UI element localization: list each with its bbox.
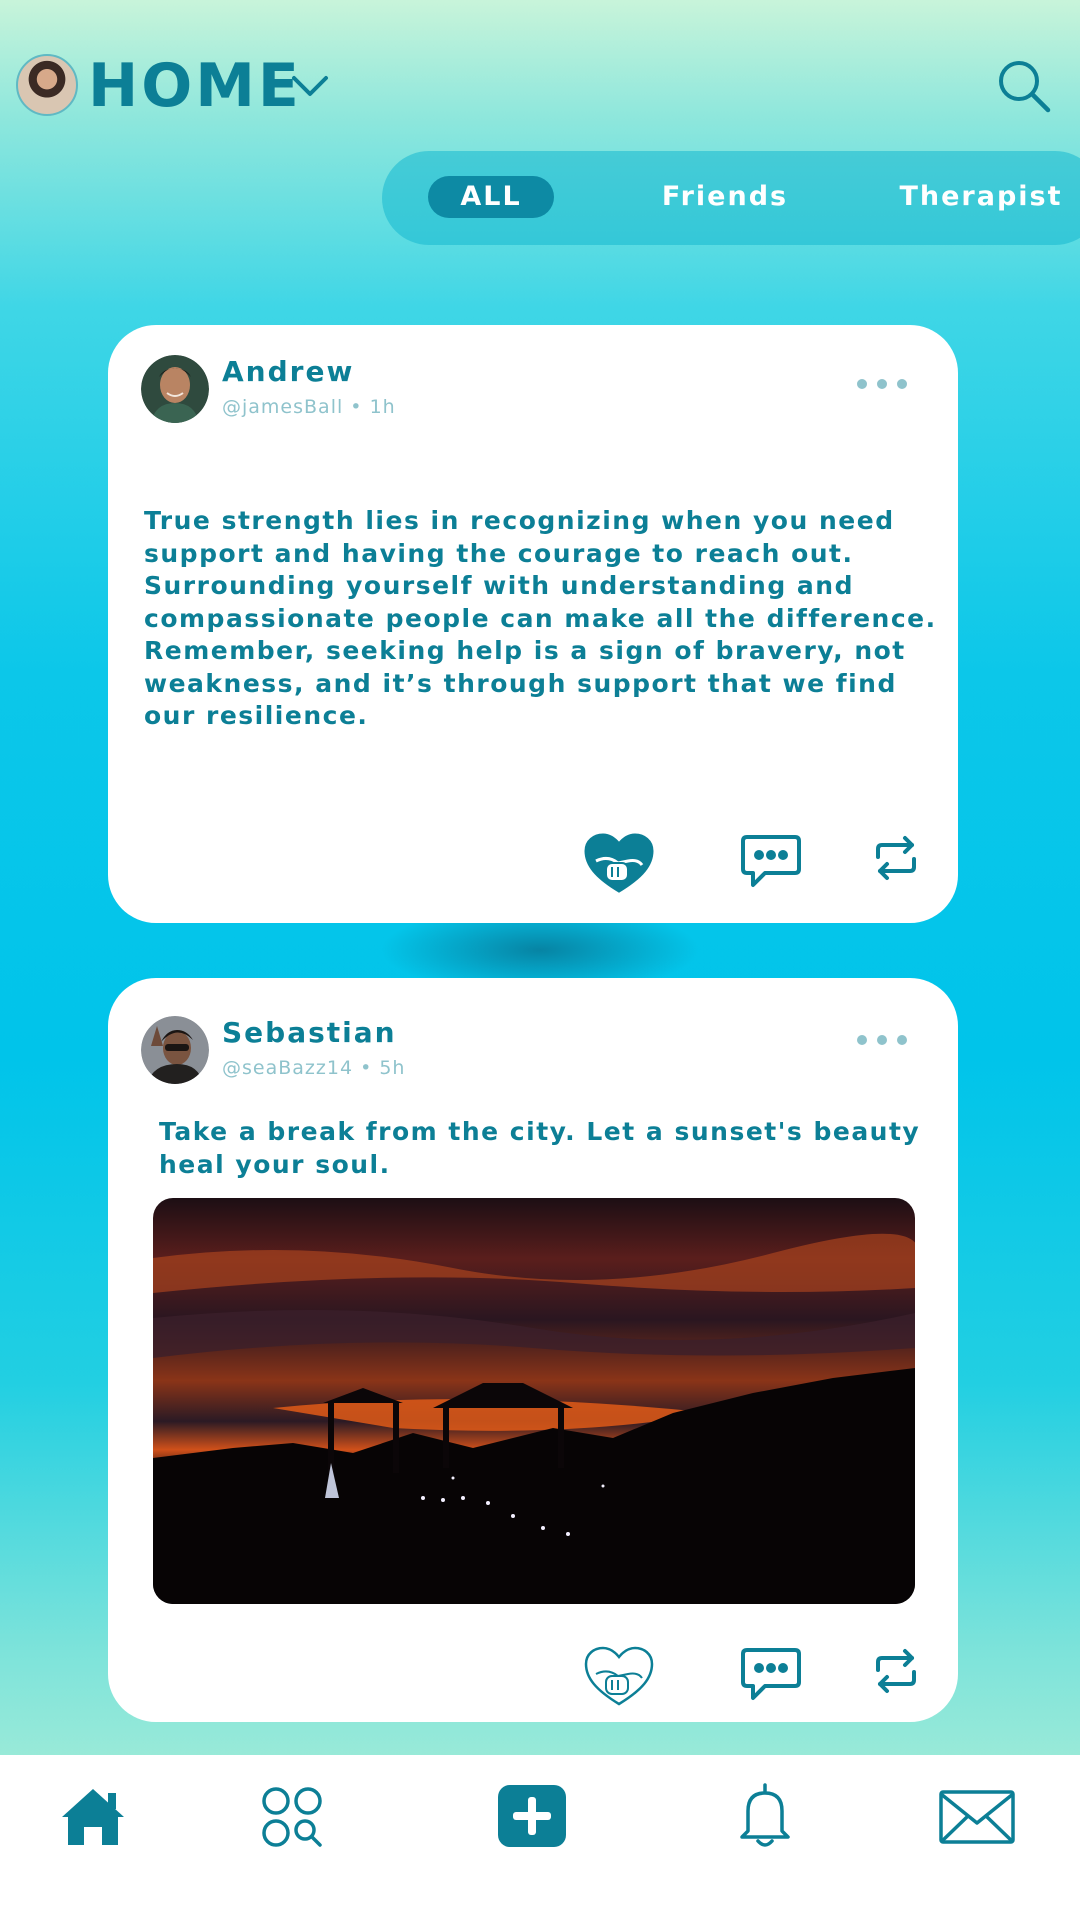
explore-icon[interactable] (260, 1785, 324, 1849)
repost-icon[interactable] (874, 1648, 918, 1694)
comment-icon[interactable] (739, 1646, 803, 1702)
hug-heart-icon[interactable] (582, 831, 656, 895)
post-author-name[interactable]: Andrew (222, 355, 354, 388)
bottom-nav (0, 1755, 1080, 1920)
post-time: 1h (369, 396, 396, 418)
post-card[interactable]: Sebastian @seaBazz14 • 5h Take a break f… (108, 978, 958, 1722)
post-text: Take a break from the city. Let a sunset… (159, 1117, 921, 1179)
tab-therapist[interactable]: Therapist (886, 176, 1076, 218)
post-meta: @seaBazz14 • 5h (222, 1057, 406, 1079)
tab-friends[interactable]: Friends (640, 176, 810, 218)
notifications-icon[interactable] (738, 1781, 792, 1851)
post-meta: @jamesBall • 1h (222, 396, 396, 418)
post-card[interactable]: Andrew @jamesBall • 1h True strength lie… (108, 325, 958, 923)
post-image[interactable] (153, 1198, 915, 1604)
repost-icon[interactable] (874, 835, 918, 881)
post-author-name[interactable]: Sebastian (222, 1016, 397, 1049)
post-avatar[interactable] (141, 1016, 209, 1084)
hug-heart-icon[interactable] (582, 1644, 656, 1708)
chevron-down-icon[interactable] (290, 72, 330, 100)
more-options-icon[interactable] (856, 378, 908, 390)
more-options-icon[interactable] (856, 1034, 908, 1046)
post-avatar[interactable] (141, 355, 209, 423)
post-author-handle[interactable]: @seaBazz14 (222, 1057, 353, 1079)
post-author-handle[interactable]: @jamesBall (222, 396, 343, 418)
tab-all[interactable]: ALL (428, 176, 554, 218)
home-icon[interactable] (58, 1785, 128, 1849)
comment-icon[interactable] (739, 833, 803, 889)
messages-icon[interactable] (938, 1789, 1016, 1845)
create-post-icon[interactable] (498, 1785, 566, 1847)
search-icon[interactable] (996, 58, 1052, 114)
profile-avatar[interactable] (16, 54, 78, 116)
post-time: 5h (379, 1057, 406, 1079)
page-title[interactable]: HOME (88, 52, 302, 120)
post-text: True strength lies in recognizing when y… (144, 506, 937, 730)
